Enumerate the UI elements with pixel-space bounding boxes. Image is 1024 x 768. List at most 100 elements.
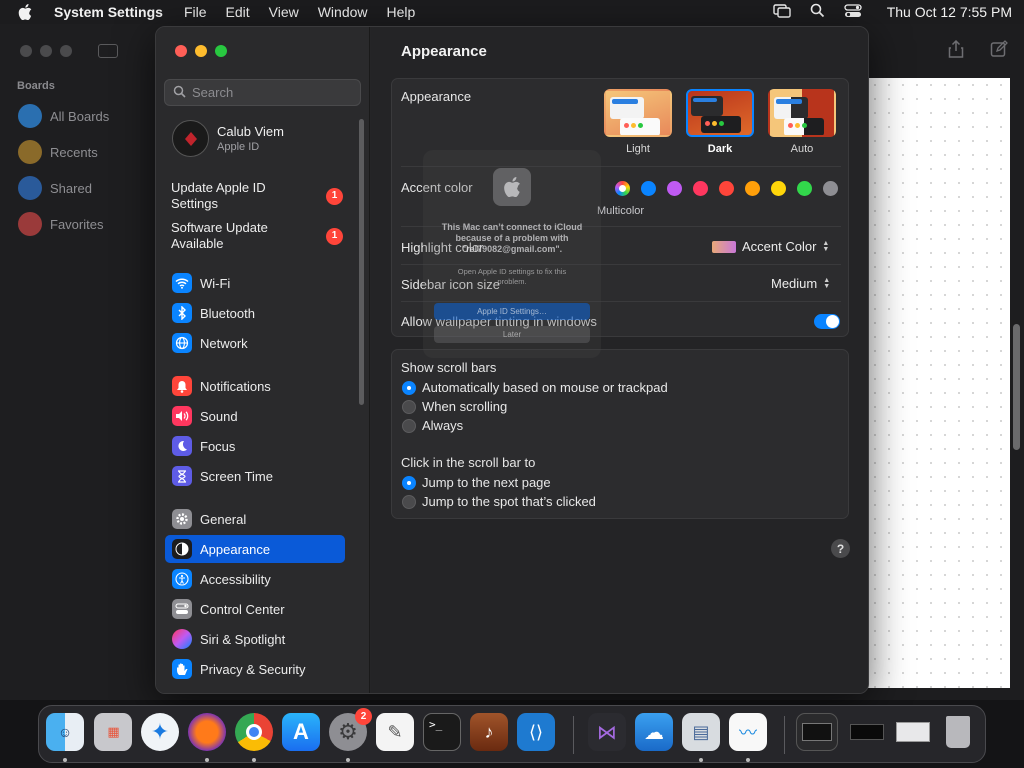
wallpaper-tinting-toggle[interactable] (814, 314, 840, 329)
radio-button[interactable] (402, 399, 416, 414)
preview-icon: ▤ (692, 721, 710, 742)
sidebar-item-notifications[interactable]: Notifications (165, 372, 345, 400)
sidebar-item-appearance[interactable]: Appearance (165, 535, 345, 563)
radio-button[interactable] (402, 380, 416, 395)
spotlight-search-icon[interactable] (810, 3, 825, 21)
accent-orange-swatch[interactable] (745, 181, 760, 196)
boards-section-title: Boards (17, 80, 55, 92)
sidebar-item-bluetooth[interactable]: Bluetooth (165, 299, 345, 327)
minimize-button[interactable] (195, 45, 207, 57)
radio-button[interactable] (402, 418, 416, 433)
app-name-menu[interactable]: System Settings (54, 4, 163, 20)
scroll-option-automatic[interactable]: Automatically based on mouse or trackpad (402, 380, 668, 395)
appearance-option-light[interactable]: Light (602, 89, 674, 155)
bg-zoom-button[interactable] (60, 45, 72, 57)
freeform-canvas[interactable] (868, 78, 1010, 688)
dock-finder[interactable]: ☺ (46, 713, 84, 751)
sidebar-toggle-icon[interactable] (98, 44, 118, 58)
later-button[interactable]: Later (434, 326, 590, 343)
search-input[interactable] (192, 85, 352, 100)
accent-pink-swatch[interactable] (693, 181, 708, 196)
accent-blue-swatch[interactable] (641, 181, 656, 196)
apple-id-account[interactable]: Calub Viem Apple ID (172, 120, 284, 157)
menu-edit[interactable]: Edit (226, 4, 250, 20)
screen-mirroring-icon[interactable] (773, 3, 791, 21)
dock-visual-studio[interactable]: ⋈ (588, 713, 626, 751)
accent-green-swatch[interactable] (797, 181, 812, 196)
menu-help[interactable]: Help (387, 4, 416, 20)
menu-clock[interactable]: Thu Oct 12 7:55 PM (887, 4, 1012, 20)
sidebar-item-focus[interactable]: Focus (165, 432, 345, 460)
sidebar-icon-size-value: Medium (771, 276, 818, 291)
dock-minimized-window-1[interactable] (846, 713, 888, 751)
accent-red-swatch[interactable] (719, 181, 734, 196)
sidebar-item-screen-time[interactable]: Screen Time (165, 462, 345, 490)
bg-item-all-boards[interactable]: All Boards (18, 104, 109, 128)
sidebar-item-network[interactable]: Network (165, 329, 345, 357)
menu-file[interactable]: File (184, 4, 207, 20)
close-button[interactable] (175, 45, 187, 57)
dock-firefox[interactable] (188, 713, 226, 751)
bluetooth-icon (172, 303, 192, 323)
sidebar-item-sound[interactable]: Sound (165, 402, 345, 430)
dock-launchpad[interactable]: ▦ (94, 713, 132, 751)
dock-vscode[interactable]: ⟨⟩ (517, 713, 555, 751)
dock-textedit[interactable]: ✎ (376, 713, 414, 751)
accent-purple-swatch[interactable] (667, 181, 682, 196)
dock-instruments[interactable]: ♪ (470, 713, 508, 751)
software-update-available[interactable]: Software Update Available 1 (171, 220, 343, 252)
accent-yellow-swatch[interactable] (771, 181, 786, 196)
background-scrollbar[interactable] (1013, 324, 1020, 450)
sidebar-icon-size-select[interactable]: Medium ▲ ▼ (771, 276, 830, 291)
dock-minimized-chrome-window[interactable] (796, 713, 838, 751)
apple-id-settings-button[interactable]: Apple ID Settings… (434, 303, 590, 320)
highlight-color-select[interactable]: Accent Color ▲ ▼ (712, 239, 829, 254)
sidebar-item-wifi[interactable]: Wi-Fi (165, 269, 345, 297)
scroll-option-when-scrolling[interactable]: When scrolling (402, 399, 507, 414)
dock-terminal[interactable]: >_ (423, 713, 461, 751)
help-button[interactable]: ? (831, 539, 850, 558)
sidebar-scrollbar[interactable] (359, 119, 364, 405)
sidebar-item-control-center[interactable]: Control Center (165, 595, 345, 623)
dock-safari[interactable]: ✦ (141, 713, 179, 751)
dock-minimized-window-2[interactable] (892, 713, 934, 751)
dock-weather[interactable]: ☁ (635, 713, 673, 751)
scroll-option-always[interactable]: Always (402, 418, 463, 433)
appearance-option-auto[interactable]: Auto (766, 89, 838, 155)
bg-item-shared[interactable]: Shared (18, 176, 92, 200)
dock-app-store[interactable]: A (282, 713, 320, 751)
bg-minimize-button[interactable] (40, 45, 52, 57)
background-sidebar: Boards All Boards Recents Shared Favorit… (0, 24, 140, 700)
bg-item-favorites[interactable]: Favorites (18, 212, 103, 236)
dock-freeform[interactable]: 〰 (729, 713, 767, 751)
sidebar-item-siri-spotlight[interactable]: Siri & Spotlight (165, 625, 345, 653)
search-field[interactable] (164, 79, 361, 106)
update-label-line1: Update Apple ID (171, 180, 266, 195)
dock-trash[interactable] (939, 713, 977, 751)
control-center-menu-icon[interactable] (844, 3, 862, 21)
sidebar-item-privacy-security[interactable]: Privacy & Security (165, 655, 345, 683)
people-icon (18, 176, 42, 200)
sidebar-item-accessibility[interactable]: Accessibility (165, 565, 345, 593)
dock-preview[interactable]: ▤ (682, 713, 720, 751)
radio-button[interactable] (402, 475, 416, 490)
network-icon (172, 333, 192, 353)
dock-system-settings[interactable]: ⚙ 2 (329, 708, 372, 751)
compose-icon[interactable] (990, 40, 1008, 61)
menu-view[interactable]: View (269, 4, 299, 20)
bg-item-recents[interactable]: Recents (18, 140, 98, 164)
radio-button[interactable] (402, 494, 416, 509)
menu-window[interactable]: Window (318, 4, 368, 20)
appearance-option-dark[interactable]: Dark (684, 89, 756, 155)
click-option-next-page[interactable]: Jump to the next page (402, 475, 551, 490)
dock-chrome[interactable] (235, 713, 273, 751)
click-option-spot-clicked[interactable]: Jump to the spot that’s clicked (402, 494, 596, 509)
share-icon[interactable] (948, 39, 964, 61)
accent-graphite-swatch[interactable] (823, 181, 838, 196)
bg-close-button[interactable] (20, 45, 32, 57)
sidebar-item-general[interactable]: General (165, 505, 345, 533)
zoom-button[interactable] (215, 45, 227, 57)
accent-multicolor-swatch[interactable] (615, 181, 630, 196)
update-apple-id-settings[interactable]: Update Apple ID Settings 1 (171, 180, 343, 212)
apple-menu-icon[interactable] (18, 4, 34, 20)
